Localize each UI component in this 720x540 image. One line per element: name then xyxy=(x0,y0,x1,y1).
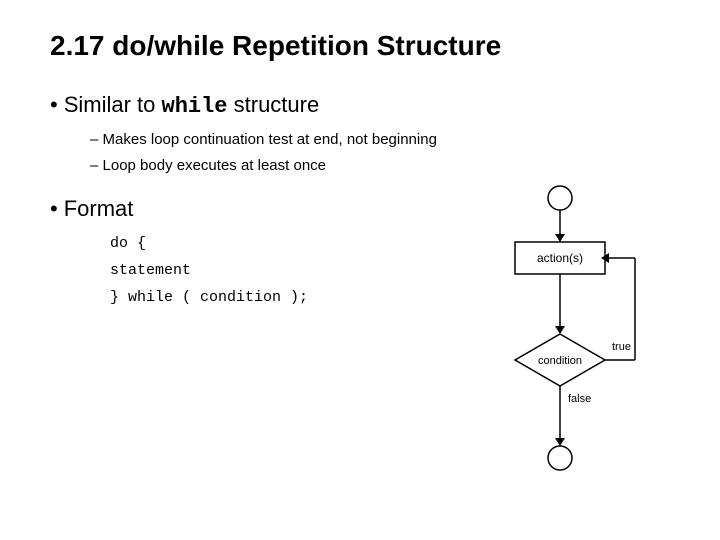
bullet-sub-2: Loop body executes at least once xyxy=(90,153,670,179)
bullet-1-main: • Similar to while structure xyxy=(50,92,670,119)
flowchart-svg: action(s) condition true false xyxy=(460,180,660,480)
false-label: false xyxy=(568,393,591,405)
bullet-1-subs: Makes loop continuation test at end, not… xyxy=(90,127,670,178)
page-title: 2.17 do/while Repetition Structure xyxy=(50,30,670,62)
start-circle xyxy=(548,186,572,210)
bullet-dot-2: • xyxy=(50,196,58,222)
arrowhead-3 xyxy=(555,438,565,446)
bullet-1-text: Similar to while structure xyxy=(64,92,320,119)
bullet-sub-1: Makes loop continuation test at end, not… xyxy=(90,127,670,153)
while-keyword: while xyxy=(162,94,228,119)
arrowhead-1 xyxy=(555,234,565,242)
bullet-dot-1: • xyxy=(50,92,58,118)
action-label: action(s) xyxy=(537,251,583,265)
end-circle xyxy=(548,446,572,470)
page: 2.17 do/while Repetition Structure • Sim… xyxy=(0,0,720,540)
condition-label: condition xyxy=(538,355,582,367)
true-label: true xyxy=(612,341,631,353)
bullet-1: • Similar to while structure Makes loop … xyxy=(50,92,670,178)
bullet-2-text: Format xyxy=(64,196,134,222)
flowchart: action(s) condition true false xyxy=(460,180,660,480)
arrowhead-2 xyxy=(555,326,565,334)
